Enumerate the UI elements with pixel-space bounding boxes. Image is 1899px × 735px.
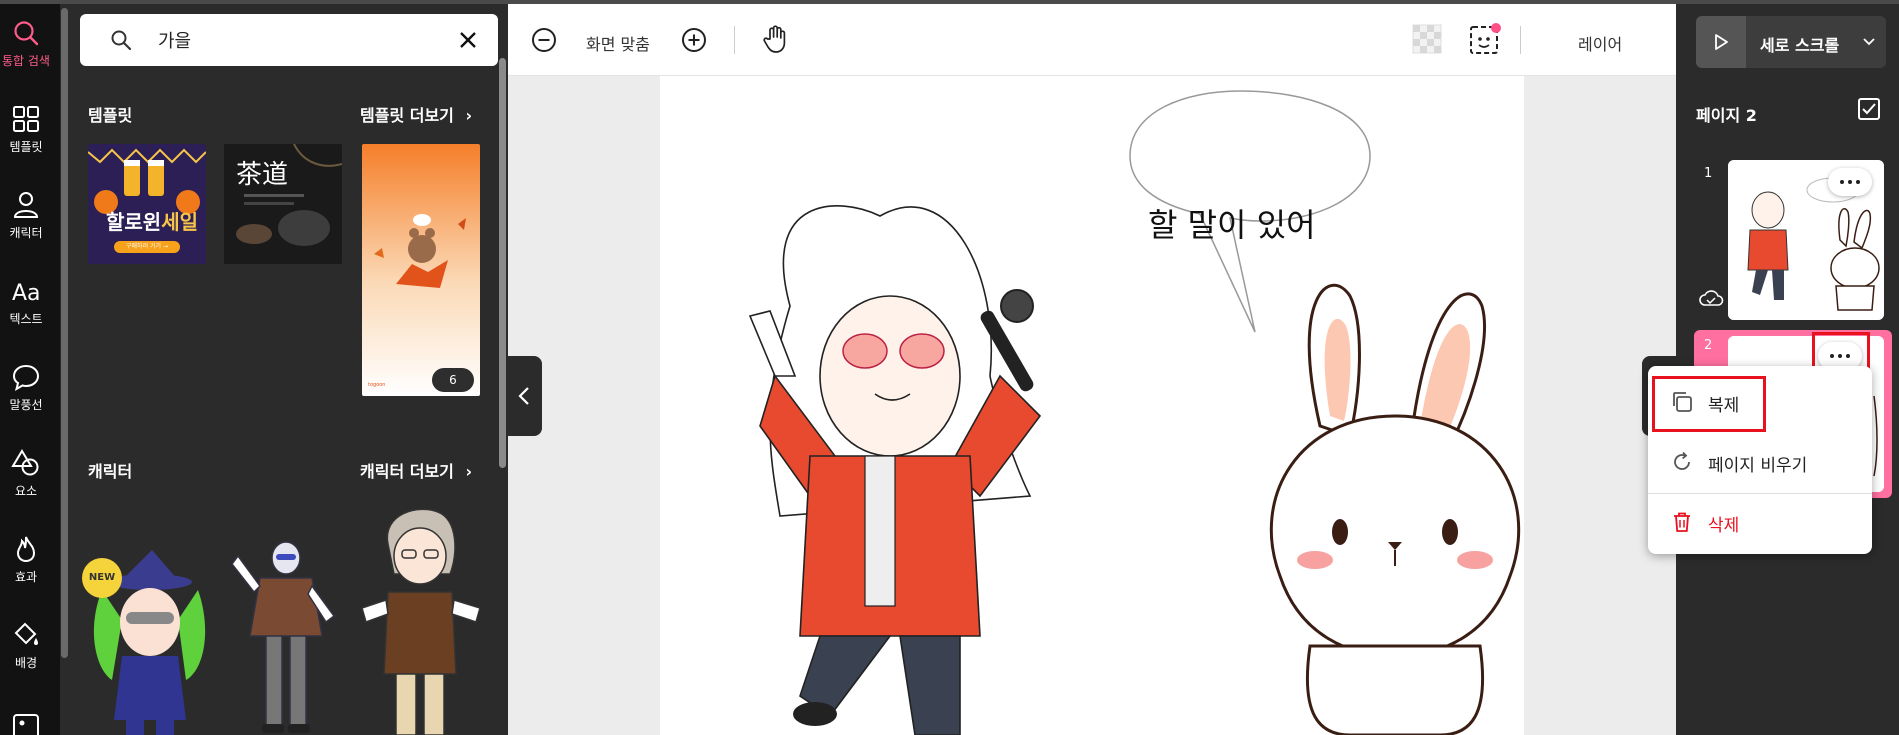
rail-item-label: 말풍선 (9, 398, 43, 412)
canvas-illustration (748, 90, 1521, 735)
select-page-checkbox[interactable] (1858, 98, 1880, 120)
characters-section-title: 캐릭터 (88, 462, 133, 481)
collapse-panel-button[interactable] (508, 356, 542, 436)
checkmark-icon (1862, 103, 1876, 115)
template-count-badge: 6 (432, 368, 474, 392)
play-icon (1715, 34, 1728, 50)
rail-item-effects[interactable]: 효과 (0, 520, 52, 600)
hand-tool-icon[interactable] (760, 24, 790, 54)
menu-divider (1648, 493, 1872, 494)
transparency-icon[interactable] (1412, 24, 1442, 54)
search-input[interactable] (158, 24, 438, 56)
rail-scrollbar[interactable] (61, 8, 68, 658)
search-icon (14, 21, 39, 46)
text-icon: Aa (12, 281, 41, 306)
page-number: 1 (1704, 166, 1713, 181)
toolbar-divider (734, 26, 735, 54)
menu-item-delete[interactable]: 삭제 (1648, 496, 1872, 548)
cloud-icon (1699, 290, 1724, 306)
speech-bubble-text[interactable]: 할 말이 있어 (1148, 200, 1316, 246)
ai-face-icon[interactable] (1468, 22, 1502, 56)
speech-bubble-icon (12, 364, 40, 392)
rail-item-label: 텍스트 (9, 312, 43, 326)
new-badge: NEW (82, 558, 122, 598)
page-title: 페이지 2 (1696, 106, 1757, 125)
character-thumb-witch[interactable]: NEW (82, 550, 210, 735)
chevron-down-icon (1863, 38, 1875, 46)
templates-more-label: 템플릿 더보기 (360, 106, 454, 125)
rail-item-templates[interactable]: 템플릿 (0, 90, 52, 170)
panel-scrollbar[interactable] (499, 58, 506, 468)
svg-text:Aa: Aa (12, 281, 41, 306)
rail-item-speech-bubble[interactable]: 말풍선 (0, 348, 52, 428)
template-thumb-autumn[interactable]: togoon 6 (362, 144, 480, 396)
zoom-in-icon[interactable] (680, 26, 708, 54)
grid-icon (13, 106, 39, 132)
preview-mode-dropdown[interactable]: 세로 스크롤 (1696, 16, 1886, 68)
refresh-icon (1674, 451, 1690, 470)
rail-item-label: 효과 (14, 570, 38, 584)
trash-icon (1674, 512, 1690, 532)
characters-more-label: 캐릭터 더보기 (360, 462, 454, 481)
editor-toolbar: 화면 맞춤 레이어 (508, 4, 1676, 76)
menu-item-label: 삭제 (1708, 516, 1740, 536)
flame-icon (16, 536, 36, 563)
person-icon (13, 192, 39, 218)
fit-to-screen-button[interactable]: 화면 맞춤 (586, 31, 650, 55)
rail-item-search[interactable]: 통합 검색 (0, 4, 52, 84)
rail-item-label: 통합 검색 (2, 54, 50, 68)
templates-more-link[interactable]: 템플릿 더보기 › (360, 102, 472, 126)
tool-rail: 통합 검색 템플릿 캐릭터 Aa 텍스트 말풍선 요소 효과 배경 (0, 4, 60, 735)
preview-mode-label: 세로 스크롤 (1760, 36, 1840, 55)
template-headline: 할로윈세일 (106, 210, 199, 234)
template-brand: togoon (368, 382, 386, 388)
menu-item-clear-page[interactable]: 페이지 비우기 (1648, 436, 1872, 488)
characters-more-link[interactable]: 캐릭터 더보기 › (360, 458, 472, 482)
man-character-illustration (361, 508, 481, 735)
chevron-left-icon (518, 387, 529, 405)
zoom-out-icon[interactable] (530, 26, 558, 54)
asset-panel: 템플릿 템플릿 더보기 › 할로윈세일 구매하러 가기 → (68, 4, 506, 735)
menu-item-label: 페이지 비우기 (1708, 456, 1808, 476)
rocker-character-illustration (231, 541, 336, 733)
rail-item-label: 요소 (14, 484, 38, 498)
character-thumb-rocker[interactable] (230, 536, 342, 735)
rail-item-label: 템플릿 (9, 140, 43, 154)
page-context-menu: 복제 페이지 비우기 삭제 (1648, 366, 1872, 554)
layer-button[interactable]: 레이어 (1578, 31, 1622, 55)
canvas-area: 할 말이 있어 (508, 76, 1676, 735)
chevron-right-icon: › (465, 462, 473, 481)
template-thumb-halloween[interactable]: 할로윈세일 구매하러 가기 → (88, 144, 206, 264)
toolbar-divider (1520, 26, 1521, 54)
close-icon[interactable] (458, 30, 478, 50)
rail-item-characters[interactable]: 캐릭터 (0, 176, 52, 256)
rail-item-image[interactable] (0, 700, 52, 735)
rail-item-label: 캐릭터 (9, 226, 43, 240)
duplicate-highlight (1652, 376, 1766, 432)
rail-item-text[interactable]: Aa 텍스트 (0, 262, 52, 342)
paint-bucket-icon (14, 622, 38, 645)
app-window: 통합 검색 템플릿 캐릭터 Aa 텍스트 말풍선 요소 효과 배경 가을 템플릿… (0, 0, 1899, 735)
rail-item-background[interactable]: 배경 (0, 606, 52, 686)
character-thumb-man[interactable] (358, 504, 484, 735)
rail-item-label: 배경 (14, 656, 38, 670)
autumn-illustration (362, 144, 480, 396)
page-canvas[interactable]: 할 말이 있어 (660, 76, 1524, 735)
rail-item-elements[interactable]: 요소 (0, 434, 52, 514)
page-thumb-1[interactable] (1728, 160, 1884, 320)
shapes-icon (11, 449, 39, 476)
template-headline: 茶道 (236, 160, 289, 190)
image-icon (13, 714, 39, 735)
search-box (80, 14, 498, 66)
template-cta: 구매하러 가기 → (114, 241, 180, 253)
chevron-right-icon: › (465, 106, 473, 125)
page-number: 2 (1704, 338, 1713, 353)
search-icon (111, 30, 132, 51)
templates-section-title: 템플릿 (88, 106, 133, 125)
play-button[interactable] (1696, 16, 1746, 68)
page-1-more-button[interactable] (1828, 168, 1872, 196)
template-thumb-tea[interactable]: 茶道 (224, 144, 342, 264)
